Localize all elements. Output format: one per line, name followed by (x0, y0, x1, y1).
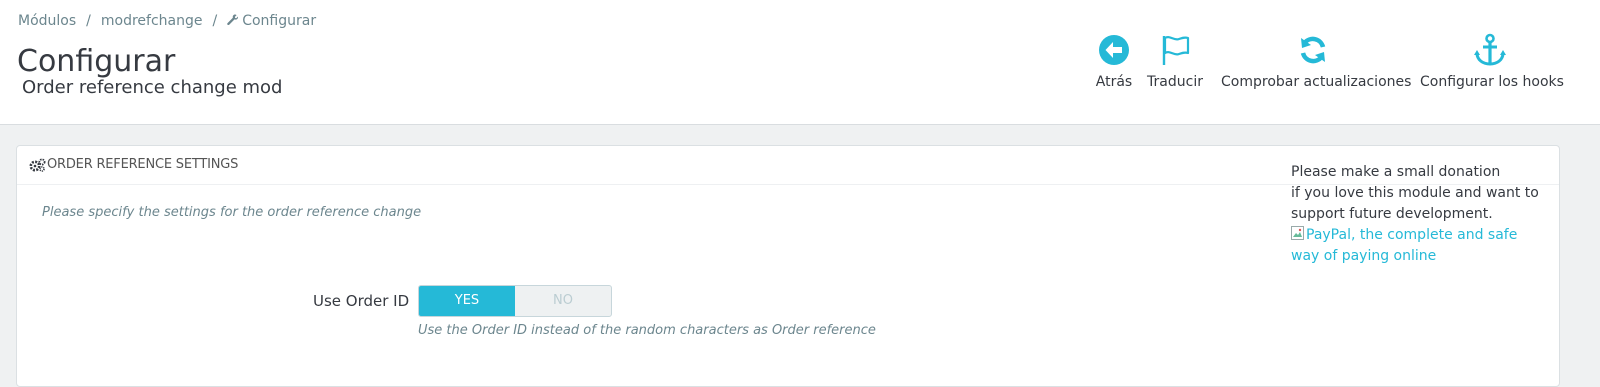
breadcrumb-separator: / (212, 13, 218, 29)
broken-image-icon (1291, 226, 1305, 241)
use-order-id-help: Use the Order ID instead of the random c… (418, 323, 876, 338)
translate-label: Traducir (1147, 74, 1203, 90)
donation-line-1: Please make a small donation (1291, 164, 1501, 180)
refresh-icon (1221, 33, 1405, 67)
donation-box: Please make a small donation if you love… (1291, 162, 1541, 267)
page-title: Configurar (17, 44, 176, 79)
page-subtitle: Order reference change mod (22, 77, 283, 98)
breadcrumb: Módulos / modrefchange / Configurar (18, 13, 316, 29)
check-updates-button[interactable]: Comprobar actualizaciones (1221, 33, 1412, 90)
paypal-alt-text: PayPal, the complete and safe way of pay… (1291, 227, 1518, 264)
arrow-circle-left-icon (1093, 33, 1135, 67)
panel-title: ORDER REFERENCE SETTINGS (47, 157, 239, 172)
cogs-icon (29, 157, 46, 176)
breadcrumb-current: Configurar (242, 13, 317, 29)
wrench-icon (227, 14, 239, 28)
back-button[interactable]: Atrás (1093, 33, 1135, 90)
configure-hooks-label: Configurar los hooks (1420, 74, 1564, 90)
use-order-id-switch[interactable]: YES NO (418, 285, 612, 317)
breadcrumb-separator: / (86, 13, 91, 29)
donation-line-2: if you love this module and want to supp… (1291, 185, 1539, 222)
anchor-icon (1420, 33, 1560, 67)
switch-no-option[interactable]: NO (515, 286, 611, 316)
use-order-id-label: Use Order ID (313, 292, 410, 310)
check-updates-label: Comprobar actualizaciones (1221, 74, 1412, 90)
settings-panel: ORDER REFERENCE SETTINGS Please specify … (16, 145, 1560, 387)
panel-description: Please specify the settings for the orde… (42, 205, 422, 220)
breadcrumb-modules-link[interactable]: Módulos (18, 13, 76, 29)
paypal-donate-link[interactable]: PayPal, the complete and safe way of pay… (1291, 225, 1541, 267)
flag-icon (1146, 33, 1204, 67)
page-header: Módulos / modrefchange / Configurar Conf… (0, 0, 1600, 125)
back-label: Atrás (1095, 74, 1133, 90)
switch-yes-option[interactable]: YES (419, 286, 515, 316)
translate-button[interactable]: Traducir (1146, 33, 1204, 90)
breadcrumb-module-link[interactable]: modrefchange (101, 13, 203, 29)
configure-hooks-button[interactable]: Configurar los hooks (1420, 33, 1564, 90)
